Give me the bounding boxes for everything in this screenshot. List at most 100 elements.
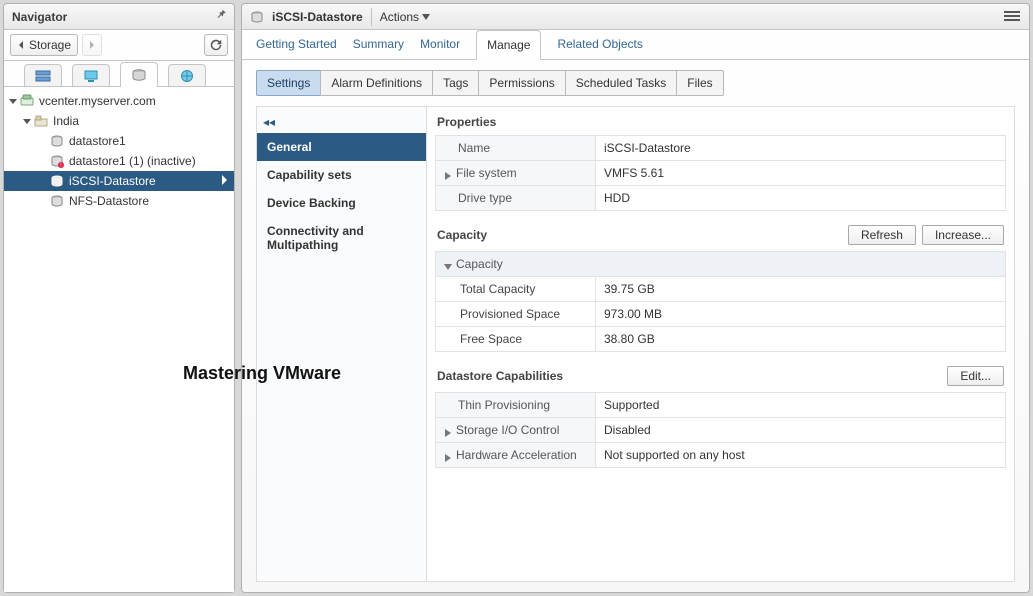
actions-menu[interactable]: Actions — [380, 10, 430, 24]
table-row: Hardware Acceleration Not supported on a… — [436, 443, 1006, 468]
subtab-permissions[interactable]: Permissions — [478, 70, 565, 96]
actions-label: Actions — [380, 10, 419, 24]
cap-key: Provisioned Space — [436, 302, 596, 327]
chevron-down-icon[interactable] — [22, 116, 32, 126]
datacenter-icon — [34, 114, 48, 128]
tree-vcenter[interactable]: vcenter.myserver.com — [4, 91, 234, 111]
main-header: iSCSI-Datastore Actions — [242, 4, 1029, 30]
vcenter-icon — [20, 94, 34, 108]
cap-value: 38.80 GB — [596, 327, 1006, 352]
table-row: File system VMFS 5.61 — [436, 161, 1006, 186]
breadcrumb-row: Storage — [4, 30, 234, 61]
breadcrumb-forward — [82, 34, 102, 56]
expand-down-icon[interactable] — [444, 260, 452, 268]
tab-summary[interactable]: Summary — [353, 29, 404, 59]
datastore-icon — [250, 10, 264, 24]
prop-key: File system — [456, 166, 517, 180]
breadcrumb-label: Storage — [29, 38, 71, 52]
navigator-panel: Navigator Storage — [3, 3, 235, 593]
table-row: Thin Provisioning Supported — [436, 393, 1006, 418]
sidemenu-device-backing[interactable]: Device Backing — [257, 189, 426, 217]
tree-label: datastore1 (1) (inactive) — [69, 154, 196, 168]
tree-label: NFS-Datastore — [69, 194, 149, 208]
watermark: Mastering VMware — [183, 363, 341, 384]
navigator-title: Navigator — [12, 10, 67, 24]
cap-key: Total Capacity — [436, 277, 596, 302]
svg-text:!: ! — [60, 163, 61, 168]
datastore-icon — [50, 174, 64, 188]
collapse-icon[interactable]: ◂◂ — [257, 111, 426, 133]
tree-datastore-inactive[interactable]: ! datastore1 (1) (inactive) — [4, 151, 234, 171]
nav-tab-network[interactable] — [168, 64, 206, 86]
sidemenu-capability-sets[interactable]: Capability sets — [257, 161, 426, 189]
inventory-tree: vcenter.myserver.com India datastore1 ! … — [4, 87, 234, 592]
tab-getting-started[interactable]: Getting Started — [256, 29, 337, 59]
table-row: Total Capacity 39.75 GB — [436, 277, 1006, 302]
nav-tabs — [4, 61, 234, 87]
table-row: Provisioned Space 973.00 MB — [436, 302, 1006, 327]
cap-value: 973.00 MB — [596, 302, 1006, 327]
nav-tab-hosts[interactable] — [24, 64, 62, 86]
subtab-settings[interactable]: Settings — [256, 70, 321, 96]
prop-value: HDD — [596, 186, 1006, 211]
tree-label: India — [53, 114, 79, 128]
section-properties-title: Properties — [435, 113, 1006, 135]
refresh-button[interactable]: Refresh — [848, 225, 916, 245]
main-panel: iSCSI-Datastore Actions Getting Started … — [241, 3, 1030, 593]
datastore-alert-icon: ! — [50, 154, 64, 168]
chevron-down-icon[interactable] — [8, 96, 18, 106]
subtab-tags[interactable]: Tags — [432, 70, 479, 96]
caps-key: Thin Provisioning — [458, 398, 550, 412]
tree-datastore[interactable]: datastore1 — [4, 131, 234, 151]
nav-tab-vms[interactable] — [72, 64, 110, 86]
edit-button[interactable]: Edit... — [947, 366, 1004, 386]
breadcrumb-back[interactable]: Storage — [10, 34, 78, 56]
prop-key: Drive type — [458, 191, 512, 205]
content-area: ◂◂ General Capability sets Device Backin… — [256, 106, 1015, 582]
tab-monitor[interactable]: Monitor — [420, 29, 460, 59]
nav-tab-storage[interactable] — [120, 62, 158, 86]
tab-related-objects[interactable]: Related Objects — [557, 29, 642, 59]
table-row: Capacity — [436, 252, 1006, 277]
prop-value: VMFS 5.61 — [596, 161, 1006, 186]
expand-right-icon[interactable] — [444, 451, 452, 459]
expand-right-icon[interactable] — [444, 426, 452, 434]
datastore-icon — [50, 134, 64, 148]
sidemenu-general[interactable]: General — [257, 133, 426, 161]
expand-right-icon[interactable] — [444, 169, 452, 177]
caps-value: Disabled — [596, 418, 1006, 443]
caps-value: Not supported on any host — [596, 443, 1006, 468]
increase-button[interactable]: Increase... — [922, 225, 1004, 245]
navigator-header: Navigator — [4, 4, 234, 30]
tree-datacenter[interactable]: India — [4, 111, 234, 131]
tree-label: iSCSI-Datastore — [69, 174, 156, 188]
properties-table: Name iSCSI-Datastore File system VMFS 5.… — [435, 135, 1006, 211]
caps-value: Supported — [596, 393, 1006, 418]
prop-value: iSCSI-Datastore — [596, 136, 1006, 161]
subtab-scheduled-tasks[interactable]: Scheduled Tasks — [565, 70, 678, 96]
top-tabs: Getting Started Summary Monitor Manage R… — [242, 30, 1029, 60]
caps-key: Storage I/O Control — [456, 423, 559, 437]
subtab-files[interactable]: Files — [676, 70, 723, 96]
pin-icon[interactable] — [216, 9, 228, 24]
capacity-header: Capacity — [456, 257, 503, 271]
cap-key: Free Space — [436, 327, 596, 352]
panel-menu-icon[interactable] — [1001, 7, 1023, 27]
tree-datastore-selected[interactable]: iSCSI-Datastore — [4, 171, 234, 191]
capacity-table: Capacity Total Capacity 39.75 GB Provisi… — [435, 251, 1006, 352]
tree-label: datastore1 — [69, 134, 126, 148]
sidemenu-connectivity-multipathing[interactable]: Connectivity and Multipathing — [257, 217, 426, 259]
refresh-button[interactable] — [204, 34, 228, 56]
datastore-icon — [50, 194, 64, 208]
subtab-alarm-definitions[interactable]: Alarm Definitions — [320, 70, 433, 96]
sub-tabs: Settings Alarm Definitions Tags Permissi… — [256, 70, 1015, 96]
details-pane: Properties Name iSCSI-Datastore File sys… — [427, 107, 1014, 581]
tab-manage[interactable]: Manage — [476, 30, 541, 60]
table-row: Storage I/O Control Disabled — [436, 418, 1006, 443]
table-row: Drive type HDD — [436, 186, 1006, 211]
page-title: iSCSI-Datastore — [272, 10, 363, 24]
tree-datastore[interactable]: NFS-Datastore — [4, 191, 234, 211]
tree-label: vcenter.myserver.com — [39, 94, 156, 108]
separator — [371, 8, 372, 26]
chevron-right-icon — [220, 174, 228, 188]
